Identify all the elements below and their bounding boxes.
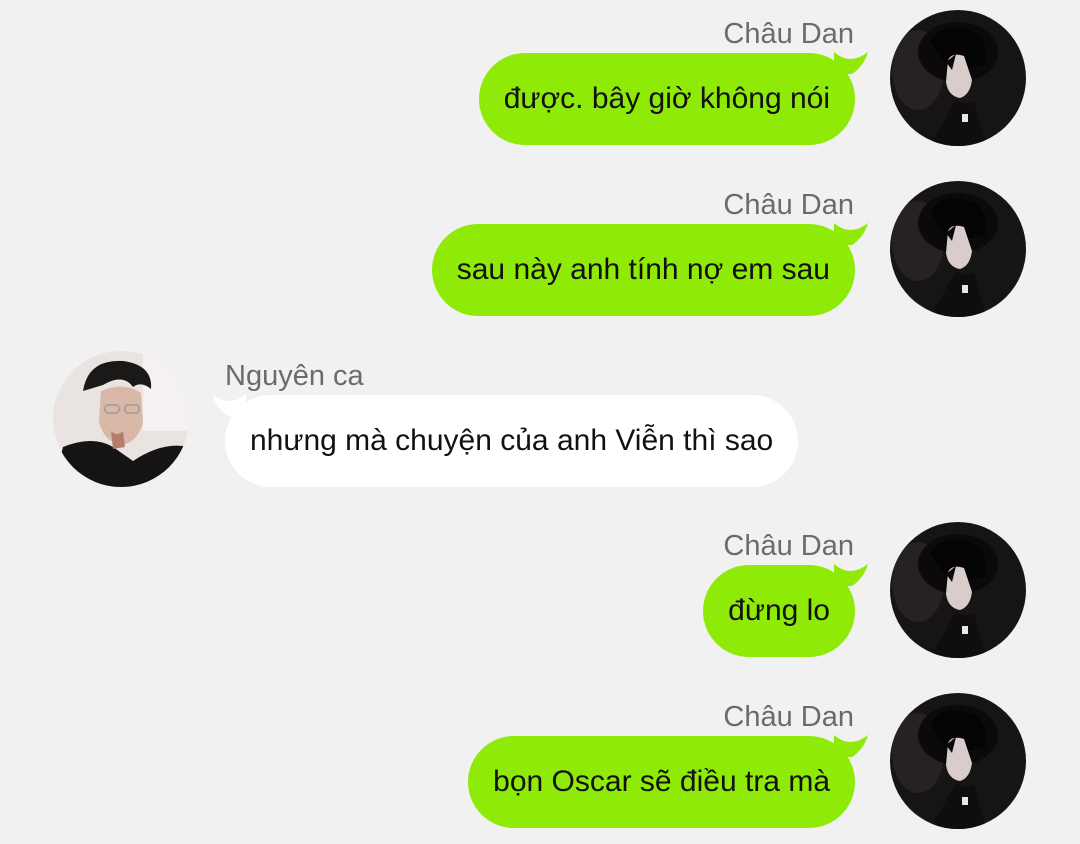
message-text: đừng lo: [728, 594, 830, 627]
user-avatar-icon[interactable]: [890, 522, 1026, 658]
message-text: sau này anh tính nợ em sau: [456, 253, 830, 286]
sender-name: Châu Dan: [723, 189, 854, 221]
sender-name: Nguyên ca: [225, 360, 364, 392]
message-bubble[interactable]: sau này anh tính nợ em sau: [431, 224, 855, 316]
user-avatar-icon[interactable]: [53, 351, 189, 487]
message-text: nhưng mà chuyện của anh Viễn thì sao: [250, 424, 774, 457]
message-bubble[interactable]: đừng lo: [703, 565, 855, 657]
message-bubble[interactable]: bọn Oscar sẽ điều tra mà: [468, 736, 855, 828]
sender-name: Châu Dan: [723, 701, 854, 733]
user-avatar-icon[interactable]: [890, 693, 1026, 829]
sender-name: Châu Dan: [723, 18, 854, 50]
message-text: được. bây giờ không nói: [503, 82, 830, 115]
sender-name: Châu Dan: [723, 530, 854, 562]
user-avatar-icon[interactable]: [890, 10, 1026, 146]
message-text: bọn Oscar sẽ điều tra mà: [493, 765, 830, 798]
message-bubble[interactable]: nhưng mà chuyện của anh Viễn thì sao: [225, 395, 799, 487]
message-bubble[interactable]: được. bây giờ không nói: [478, 53, 855, 145]
user-avatar-icon[interactable]: [890, 181, 1026, 317]
